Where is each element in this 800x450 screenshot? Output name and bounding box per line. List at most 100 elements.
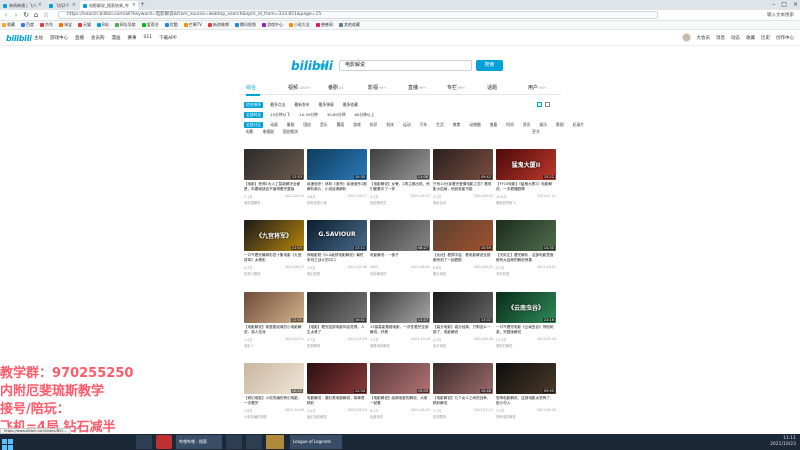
filter-chip[interactable]: 美食 bbox=[451, 122, 463, 128]
filter-chip[interactable]: 纪录片 bbox=[571, 122, 586, 128]
star-icon[interactable]: ☆ bbox=[42, 11, 50, 19]
video-uploader[interactable]: 看电影的阿飞 bbox=[496, 200, 516, 205]
bookmark-item[interactable]: 游戏中心 bbox=[261, 22, 283, 28]
video-title[interactable]: 只有10分钟看完爱情电影之恋？看电影大结局，他到底能不能 bbox=[433, 182, 493, 192]
video-card[interactable]: 09:55 恐怖电影解说，这部电影太恐怖了，胆小勿入 5.5万 2021-06-28 恐… bbox=[496, 363, 556, 429]
video-thumbnail[interactable]: 10:48 bbox=[433, 363, 493, 394]
video-thumbnail[interactable]: 10:22 bbox=[244, 363, 304, 394]
video-card[interactable]: 14:30 【天际生】看完解析，这部电影里面都有大结局的解说惊喜 2.2万 2021-… bbox=[496, 220, 556, 286]
video-title[interactable]: 【电影解说】几个女人之间的战争，精彩解说 bbox=[433, 396, 493, 406]
taskbar-app-icon[interactable] bbox=[246, 435, 262, 449]
bookmark-item[interactable]: 其他收藏 bbox=[338, 22, 360, 28]
video-uploader[interactable]: 电影杂谈 bbox=[433, 200, 446, 205]
bili-nav-item[interactable]: 漫画 bbox=[112, 35, 121, 41]
filter-chip[interactable]: 知识 bbox=[368, 122, 380, 128]
filter-chip[interactable]: 最多收藏 bbox=[341, 102, 360, 108]
filter-chip[interactable]: 舞蹈 bbox=[335, 122, 347, 128]
filter-chip[interactable]: 影视 bbox=[554, 122, 566, 128]
video-card[interactable]: 11:08 【电影解说】女警、2男主都出现，他们都看中了一样 3.2万 2021-09… bbox=[370, 149, 430, 215]
video-uploader[interactable]: 影视解说 bbox=[307, 343, 320, 348]
clock[interactable]: 11:11 2021/10/23 bbox=[770, 436, 796, 448]
bili-user-menu-item[interactable]: 收藏 bbox=[746, 35, 755, 41]
refresh-icon[interactable]: ↻ bbox=[22, 11, 30, 19]
video-uploader[interactable]: 电影解说员 bbox=[370, 200, 386, 205]
video-title[interactable]: 电影解说：一部子 bbox=[370, 253, 430, 263]
filter-chip[interactable]: 时尚 bbox=[504, 122, 516, 128]
video-card[interactable]: 10:59 【女优】看穿宇宙，看电影解说全部都来到了一起看剧 6.6万 2021-09… bbox=[433, 220, 493, 286]
bili-nav-item[interactable]: 下载APP bbox=[159, 35, 177, 41]
close-icon[interactable]: × bbox=[38, 1, 42, 10]
result-tab[interactable]: 用户99+ bbox=[528, 84, 546, 91]
filter-chip[interactable]: 30-60分钟 bbox=[325, 112, 348, 118]
bookmark-item[interactable]: 网址导航 bbox=[114, 22, 136, 28]
video-uploader[interactable]: 高分电影 bbox=[433, 343, 446, 348]
video-thumbnail[interactable]: 10:35 bbox=[307, 149, 367, 180]
video-uploader[interactable]: 奇幻影院 bbox=[307, 271, 320, 276]
video-thumbnail[interactable]: 《九宫将军》 21:03 bbox=[244, 220, 304, 251]
bookmark-item[interactable]: 百度 bbox=[21, 22, 34, 28]
video-title[interactable]: 电影解说：魔幻类电影解说，故事很精彩 bbox=[307, 396, 367, 406]
video-thumbnail[interactable]: 11:08 bbox=[370, 149, 430, 180]
video-thumbnail[interactable]: 16:41 bbox=[307, 292, 367, 323]
video-card[interactable]: 12:05 【电影解说】家庭剧经典的小电影解说，感人至深 1.4万 2021-04-1… bbox=[244, 292, 304, 358]
bili-user-menu-item[interactable]: 创作中心 bbox=[776, 35, 794, 41]
bili-nav-item[interactable]: 游戏中心 bbox=[50, 35, 68, 41]
video-title[interactable]: 【奇幻电影】小说改编的奇幻电影，一次看完 bbox=[244, 396, 304, 406]
video-thumbnail[interactable]: 12:05 bbox=[244, 292, 304, 323]
video-uploader[interactable]: 天际影视 bbox=[496, 271, 509, 276]
maximize-icon[interactable]: □ bbox=[781, 0, 787, 10]
result-tab[interactable]: 影视99+ bbox=[368, 84, 386, 91]
video-title[interactable]: 【高分电影】高分经典，只剩这么一部了，电影解说 bbox=[433, 325, 493, 335]
video-thumbnail[interactable]: 猛鬼大厦II 15:22 bbox=[496, 149, 556, 180]
video-thumbnail[interactable]: G.SAVIOUR 13:11 bbox=[307, 220, 367, 251]
video-card[interactable]: 10:35 疾速追杀！林林《追杀》疾速追杀2都解析爽片，小说经典解析 4.6万 202… bbox=[307, 149, 367, 215]
forward-icon[interactable]: › bbox=[12, 11, 20, 19]
url-input[interactable]: https://search.bilibili.com/all?keyword=… bbox=[58, 11, 658, 19]
video-uploader[interactable]: 悬疑电影解说 bbox=[370, 343, 390, 348]
video-thumbnail[interactable]: 15:09 bbox=[370, 363, 430, 394]
video-title[interactable]: 【电影解说】经典电影的解说，大家一起看 bbox=[370, 396, 430, 406]
video-title[interactable]: 【女优】看穿宇宙，看电影解说全部都来到了一起看剧 bbox=[433, 253, 493, 263]
filter-chip[interactable]: 电影 bbox=[244, 129, 256, 135]
start-icon[interactable] bbox=[2, 436, 14, 450]
bookmark-item[interactable]: 爱奇艺 bbox=[141, 22, 159, 28]
bookmark-item[interactable]: B站 bbox=[97, 22, 109, 28]
filter-chip[interactable]: 资讯 bbox=[521, 122, 533, 128]
bili-nav-item[interactable]: S11 bbox=[144, 35, 153, 41]
bookmark-item[interactable]: 慈善网 bbox=[315, 22, 333, 28]
video-card[interactable]: 08:27 电影解说：一部子 4925 2021-08-01 电影解说的 bbox=[370, 220, 430, 286]
bookmark-item[interactable]: 新浪微博 bbox=[207, 22, 229, 28]
video-title[interactable]: 【电影解说】家庭剧经典的小电影解说，感人至深 bbox=[244, 325, 304, 335]
filter-chip[interactable]: 动物圈 bbox=[467, 122, 482, 128]
video-card[interactable]: 10:48 【电影解说】几个女人之间的战争，精彩解说 2.7万 2021-07-13 影… bbox=[433, 363, 493, 429]
bili-logo[interactable]: bilibili bbox=[6, 34, 32, 43]
taskbar-app-icon[interactable] bbox=[136, 435, 152, 449]
taskbar-game[interactable]: League of Legends bbox=[290, 435, 342, 449]
bili-user-menu-item[interactable]: 动态 bbox=[731, 35, 740, 41]
browser-tab[interactable]: 飞机2个 × bbox=[46, 1, 78, 10]
more-filters-button[interactable]: 更多 bbox=[532, 129, 540, 135]
filter-chip[interactable]: 生活 bbox=[434, 122, 446, 128]
filter-chip[interactable]: 10分钟以下 bbox=[268, 112, 292, 118]
video-uploader[interactable]: 魔幻电影解说 bbox=[307, 414, 327, 419]
filter-chip[interactable]: 汽车 bbox=[418, 122, 430, 128]
video-uploader[interactable]: 鬼吹灯解说 bbox=[496, 343, 512, 348]
filter-chip[interactable]: 音乐 bbox=[318, 122, 330, 128]
taskbar-browser[interactable]: 哔哩哔哩 - 搜索 bbox=[176, 435, 222, 449]
video-uploader[interactable]: 恐怖电影解说 bbox=[496, 414, 516, 419]
filter-chip[interactable]: 国创相关 bbox=[281, 129, 300, 135]
filter-chip[interactable]: 10-30分钟 bbox=[297, 112, 320, 118]
result-tab[interactable]: 番剧45 bbox=[328, 84, 343, 91]
filter-chip[interactable]: 全部分区 bbox=[244, 122, 264, 128]
grid-view-icon[interactable] bbox=[537, 102, 542, 107]
browser-tab[interactable]: 神鸦神通 | 飞人 × bbox=[0, 1, 44, 10]
video-card[interactable]: 13:02 【高分电影】高分经典，只剩这么一部了，电影解说 4.4万 2021-09-… bbox=[433, 292, 493, 358]
filter-chip[interactable]: 娱乐 bbox=[537, 122, 549, 128]
bili-user-menu-item[interactable]: 大会员 bbox=[697, 35, 711, 41]
video-title[interactable]: 【天际生】看完解析，这部电影里面都有大结局的解说惊喜 bbox=[496, 253, 556, 263]
bili-user-menu-item[interactable]: 历史 bbox=[761, 35, 770, 41]
video-title[interactable]: 恐怖电影解说，这部电影太恐怖了，胆小勿入 bbox=[496, 396, 556, 406]
filter-chip[interactable]: 动画 bbox=[268, 122, 280, 128]
video-card[interactable]: 15:09 【电影解说】经典电影的解说，大家一起看 8.1万 2021-08-22 经典… bbox=[370, 363, 430, 429]
video-title[interactable]: 13部高能悬疑电影，一次性看完全部解说，好看 bbox=[370, 325, 430, 335]
